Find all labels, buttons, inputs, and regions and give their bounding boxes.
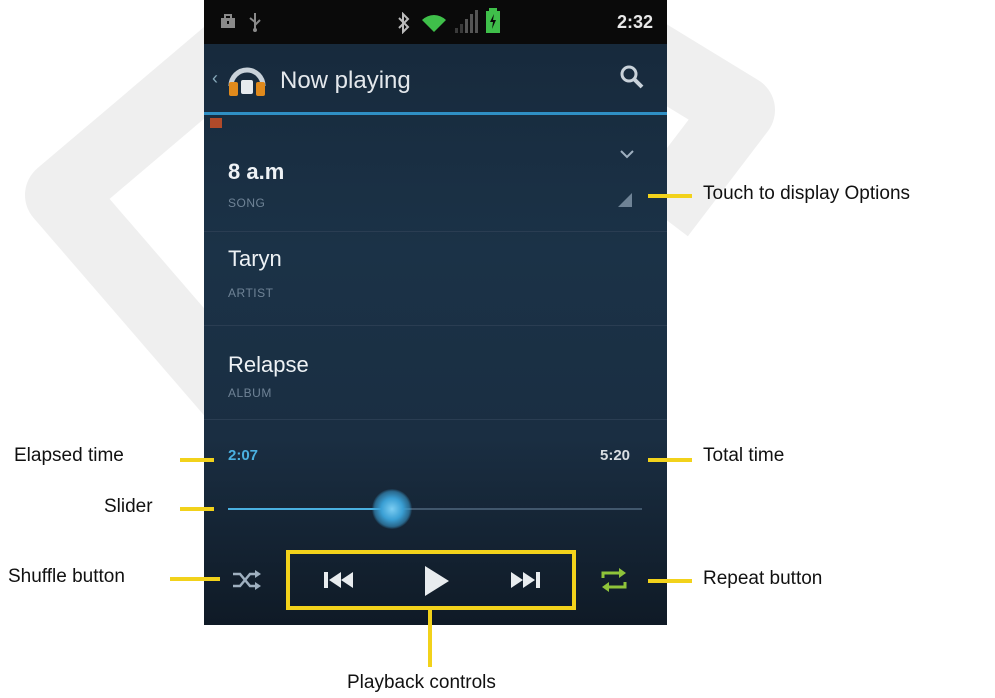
briefcase-icon	[221, 14, 235, 28]
elapsed-callout: Elapsed time	[14, 445, 124, 466]
song-title: 8 a.m	[228, 159, 285, 184]
chevron-down-icon[interactable]	[620, 149, 634, 159]
action-bar: ‹ Now playing	[204, 44, 667, 112]
repeat-callout: Repeat button	[703, 568, 823, 589]
battery-icon	[486, 8, 500, 33]
options-corner-icon[interactable]	[618, 193, 632, 207]
wifi-icon	[422, 15, 446, 32]
total-callout-line	[648, 458, 692, 462]
song-label: SONG	[228, 196, 266, 210]
status-clock: 2:32	[616, 12, 653, 32]
bluetooth-icon	[398, 12, 410, 34]
song-row[interactable]: 8 a.m SONG	[204, 137, 667, 232]
album-name: Relapse	[228, 352, 309, 377]
signal-icon	[455, 10, 478, 33]
elapsed-callout-line	[180, 458, 214, 462]
headphones-icon[interactable]	[226, 60, 268, 98]
shuffle-callout: Shuffle button	[8, 566, 125, 587]
artist-label: ARTIST	[228, 286, 274, 300]
back-chevron-icon[interactable]: ‹	[212, 68, 218, 89]
artist-row[interactable]: Taryn ARTIST	[204, 232, 667, 326]
repeat-callout-line	[648, 579, 692, 583]
status-bar: 2:32	[204, 0, 667, 44]
options-callout: Touch to display Options	[703, 183, 911, 204]
options-callout-line	[648, 194, 692, 198]
total-callout: Total time	[703, 445, 785, 466]
album-row[interactable]: Relapse ALBUM	[204, 326, 667, 420]
phone-screen: 2:32 ‹ Now playing 8 a.m SONG Taryn ARTI…	[204, 0, 667, 625]
usb-icon	[249, 13, 261, 32]
playback-callout-line	[428, 610, 432, 667]
total-time: 5:20	[600, 447, 631, 464]
page-title: Now playing	[280, 67, 411, 94]
slider-callout-line	[180, 507, 214, 511]
slider-callout: Slider	[104, 496, 153, 517]
artist-name: Taryn	[228, 246, 282, 271]
search-icon[interactable]	[619, 64, 645, 90]
shuffle-callout-line	[170, 577, 220, 581]
seek-slider[interactable]	[228, 489, 642, 529]
album-art-thumbnail	[210, 118, 222, 128]
slider-knob[interactable]	[372, 489, 412, 529]
album-label: ALBUM	[228, 386, 272, 400]
action-bar-divider	[204, 112, 667, 115]
slider-progress	[228, 508, 392, 510]
playback-callout: Playback controls	[347, 672, 496, 693]
repeat-icon[interactable]	[600, 568, 628, 592]
elapsed-time: 2:07	[228, 447, 259, 464]
shuffle-icon[interactable]	[232, 570, 262, 590]
playback-controls-highlight	[286, 550, 576, 610]
